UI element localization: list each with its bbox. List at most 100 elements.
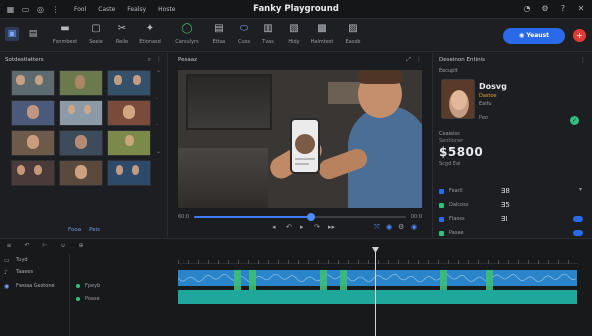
dot-icon[interactable]: ·	[156, 96, 160, 106]
check-icon[interactable]: ✓	[570, 116, 579, 125]
layout-icon[interactable]: ▣	[5, 27, 19, 41]
clip-name-row[interactable]: Poase	[76, 292, 176, 305]
magnet-icon[interactable]: ∪	[58, 242, 68, 249]
media-thumbnail[interactable]	[11, 100, 55, 126]
playhead[interactable]	[375, 249, 376, 336]
search-icon[interactable]: ⌕	[148, 56, 151, 64]
time-ruler[interactable]	[178, 254, 578, 264]
tool-add[interactable]: ◯ Carsulyrs	[171, 23, 203, 45]
section-label: Ceaieiss	[439, 131, 460, 137]
media-thumbnail[interactable]	[107, 130, 151, 156]
property-key: Fearll	[449, 188, 463, 194]
properties-panel: Deseinon Entinis ⋮ Eecuplt Dosvg Dastoe …	[432, 53, 592, 237]
play-icon[interactable]: ▸	[300, 223, 304, 231]
property-row[interactable]: Dalcoss Ǝ5	[439, 198, 587, 212]
preview-header: Pesaaz ⤢ ⋮	[172, 53, 428, 67]
window-icon[interactable]: ▭	[21, 5, 30, 14]
scrub-handle[interactable]	[306, 213, 315, 221]
ruler-tick	[568, 260, 569, 264]
undo-icon[interactable]: ↶	[22, 242, 32, 249]
media-thumbnail[interactable]	[107, 160, 151, 186]
more-icon[interactable]: ⋮	[580, 57, 586, 64]
clip-name-row[interactable]: Fpeyb	[76, 279, 176, 292]
property-row[interactable]: Fearll Ǝ8 ▾	[439, 184, 587, 198]
media-thumbnail[interactable]	[59, 130, 103, 156]
zoom-icon[interactable]: ⊕	[76, 242, 86, 249]
expand-icon[interactable]: ⤢	[406, 56, 411, 64]
settings-icon[interactable]: ⚙	[540, 4, 550, 13]
more-icon[interactable]: ⋮	[156, 56, 162, 64]
ruler-tick	[558, 260, 559, 264]
ruler-tick	[288, 260, 289, 264]
export-button[interactable]: ◉ Yeaust	[503, 28, 565, 44]
track-header[interactable]: ▭ Tuyd	[0, 254, 69, 266]
menu-icon[interactable]: ≡	[4, 242, 14, 249]
track-header[interactable]: ♪ Taaees	[0, 266, 69, 278]
video-person-hair	[358, 70, 402, 84]
audio-track-icon: ♪	[4, 268, 8, 276]
fullscreen-icon[interactable]: ◉	[411, 223, 417, 231]
menu-item[interactable]: Fool	[74, 6, 86, 13]
toggle-switch[interactable]	[573, 216, 583, 222]
more-icon[interactable]: ⋮	[416, 56, 422, 64]
media-thumbnail[interactable]	[107, 100, 151, 126]
effects-icon: ✦	[145, 23, 155, 34]
bell-icon[interactable]: ◎	[36, 5, 45, 14]
scrub-progress	[194, 216, 311, 218]
settings-icon[interactable]: ⚙	[398, 223, 404, 231]
media-thumbnail[interactable]	[11, 70, 55, 96]
split-icon[interactable]: ⊢	[40, 242, 50, 249]
close-icon[interactable]: ✕	[576, 4, 586, 13]
toggle-switch[interactable]	[573, 230, 583, 236]
more-icon[interactable]: ⋮	[51, 5, 60, 14]
media-thumbnail[interactable]	[59, 160, 103, 186]
panels-icon[interactable]: ▤	[26, 27, 40, 41]
fit-icon[interactable]: ⤧	[374, 223, 380, 232]
tool-effects[interactable]: ✦ Etionasd	[134, 23, 166, 45]
rewind-icon[interactable]: ↶	[286, 223, 292, 231]
ruler-tick	[508, 260, 509, 264]
prev-frame-icon[interactable]: ◂	[272, 223, 276, 231]
menu-item[interactable]: Hoste	[158, 6, 175, 13]
tool-film[interactable]: ▬ Fsnmbest	[49, 23, 81, 45]
chevron-up-icon[interactable]: ⌃	[156, 70, 161, 80]
grid-icon[interactable]: ▦	[6, 5, 15, 14]
menu-item[interactable]: Caste	[98, 6, 115, 13]
tool-export[interactable]: ▨ Eaxsb	[337, 23, 369, 45]
chevron-down-icon[interactable]: ▾	[579, 186, 582, 193]
media-thumbnail[interactable]	[59, 100, 103, 126]
video-clip[interactable]	[178, 290, 577, 304]
clip-name-list: Fpeyb Poase	[76, 279, 176, 305]
help-icon[interactable]: ?	[558, 4, 568, 13]
ruler-tick	[428, 260, 429, 264]
user-icon[interactable]: ◔	[522, 4, 532, 13]
forward-icon[interactable]: ↷	[314, 223, 320, 231]
tool-palette[interactable]: ▩ Halmtest	[306, 23, 338, 45]
preview-scrubber[interactable]: 60:0 00:0	[178, 213, 422, 221]
clip-marker[interactable]	[249, 270, 256, 290]
track-header[interactable]: ◉ Fwoaa Gestone	[0, 278, 69, 294]
media-thumbnail[interactable]	[107, 70, 151, 96]
clip-marker[interactable]	[234, 270, 241, 290]
property-row[interactable]: Flaoss ƎI	[439, 212, 587, 226]
clip-marker[interactable]	[440, 270, 447, 290]
library-footer-link[interactable]: Fooa	[68, 227, 81, 233]
video-frame[interactable]	[178, 70, 422, 208]
dot-icon[interactable]: ·	[156, 122, 160, 132]
ruler-tick	[468, 260, 469, 264]
menu-item[interactable]: Fealsy	[127, 6, 146, 13]
clip-marker[interactable]	[320, 270, 327, 290]
media-thumbnail[interactable]	[11, 160, 55, 186]
clip-marker[interactable]	[340, 270, 347, 290]
property-dot	[439, 230, 444, 236]
library-footer-link[interactable]: Peis	[89, 227, 100, 233]
ruler-tick	[318, 260, 319, 264]
media-thumbnail[interactable]	[59, 70, 103, 96]
chevron-down-icon[interactable]: ⌄	[156, 148, 161, 158]
clip-marker[interactable]	[486, 270, 493, 290]
media-thumbnail[interactable]	[11, 130, 55, 156]
save-icon: ▢	[91, 23, 101, 34]
next-frame-icon[interactable]: ▸▸	[328, 223, 335, 231]
volume-icon[interactable]: ◉	[386, 223, 392, 231]
record-button[interactable]: +	[573, 29, 586, 42]
